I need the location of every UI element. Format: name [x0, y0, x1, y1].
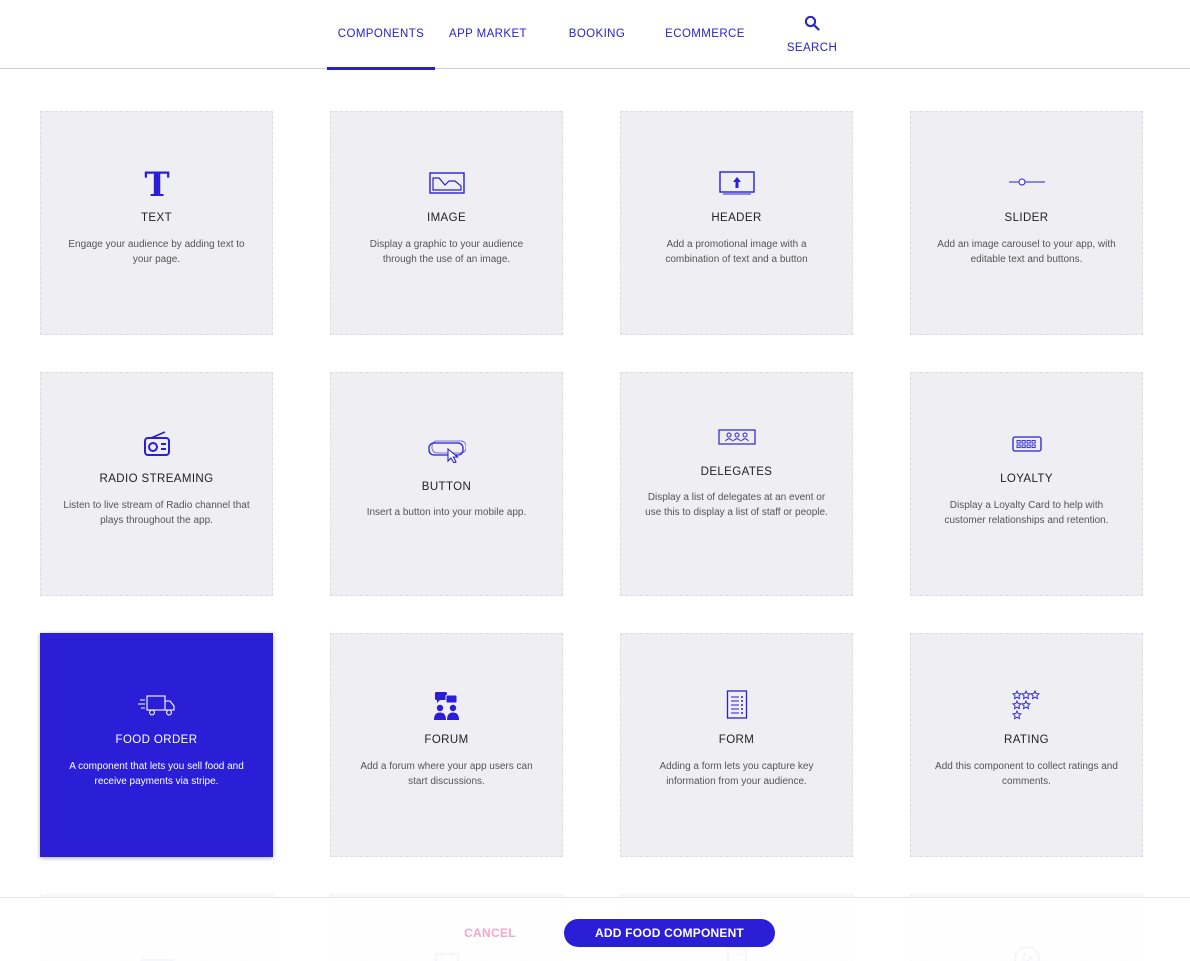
card-title: FORUM	[424, 734, 469, 746]
add-food-component-button[interactable]: ADD FOOD COMPONENT	[564, 919, 775, 947]
card-title: FORM	[718, 734, 755, 746]
text-icon: T	[41, 167, 272, 199]
header-icon	[621, 171, 852, 195]
tab-label: BOOKING	[568, 28, 626, 40]
card-title: RATING	[1004, 734, 1049, 746]
component-card-rating[interactable]: RATING Add this component to collect rat…	[910, 633, 1143, 857]
component-card-radio-streaming[interactable]: RADIO STREAMING Listen to live stream of…	[40, 372, 273, 596]
radio-icon	[41, 430, 272, 458]
loyalty-card-icon	[911, 436, 1142, 452]
card-description: Add a promotional image with a combinati…	[665, 239, 808, 265]
tab-app-market[interactable]: APP MARKET	[442, 0, 534, 69]
card-title: FOOD ORDER	[115, 734, 198, 746]
card-description: Engage your audience by adding text to y…	[68, 239, 245, 265]
card-description: A component that lets you sell food and …	[69, 761, 244, 787]
card-title: DELEGATES	[700, 466, 773, 478]
component-card-text[interactable]: T TEXT Engage your audience by adding te…	[40, 111, 273, 335]
rating-stars-icon	[911, 690, 1142, 720]
image-icon	[331, 172, 562, 194]
card-title: LOYALTY	[1000, 473, 1053, 485]
component-card-delegates[interactable]: DELEGATES Display a list of delegates at…	[620, 372, 853, 596]
card-title: BUTTON	[421, 481, 472, 493]
tab-label: APP MARKET	[449, 28, 527, 40]
cancel-button[interactable]: CANCEL	[440, 919, 540, 947]
tab-search[interactable]: SEARCH	[777, 0, 847, 69]
component-card-food-order[interactable]: FOOD ORDER A component that lets you sel…	[40, 633, 273, 857]
tab-label: SEARCH	[786, 42, 838, 54]
tab-label: ECOMMERCE	[665, 28, 745, 40]
tab-booking[interactable]: BOOKING	[552, 0, 642, 69]
component-card-forum[interactable]: FORUM Add a forum where your app users c…	[330, 633, 563, 857]
slider-icon	[911, 177, 1142, 187]
card-description: Add this component to collect ratings an…	[935, 761, 1118, 787]
component-card-form[interactable]: FORM Adding a form lets you capture key …	[620, 633, 853, 857]
card-title: HEADER	[711, 212, 762, 224]
component-card-header[interactable]: HEADER Add a promotional image with a co…	[620, 111, 853, 335]
component-card-image[interactable]: IMAGE Display a graphic to your audience…	[330, 111, 563, 335]
card-title: SLIDER	[1004, 212, 1049, 224]
card-description: Display a graphic to your audience throu…	[369, 239, 524, 265]
tab-components[interactable]: COMPONENTS	[327, 0, 435, 70]
button-icon	[331, 439, 562, 463]
delegates-icon	[621, 429, 852, 445]
card-description: Add an image carousel to your app, with …	[937, 239, 1116, 265]
top-navigation: COMPONENTS APP MARKET BOOKING ECOMMERCE …	[0, 0, 1190, 70]
card-title: RADIO STREAMING	[99, 473, 214, 485]
card-title: IMAGE	[426, 212, 467, 224]
forum-icon	[331, 691, 562, 721]
card-title: TEXT	[141, 212, 172, 224]
card-description: Add a forum where your app users can sta…	[360, 761, 533, 787]
card-description: Display a Loyalty Card to help with cust…	[944, 500, 1109, 526]
card-description: Adding a form lets you capture key infor…	[659, 761, 814, 787]
svg-text:T: T	[144, 167, 169, 199]
component-card-loyalty[interactable]: LOYALTY Display a Loyalty Card to help w…	[910, 372, 1143, 596]
form-icon	[621, 690, 852, 720]
delivery-truck-icon	[41, 694, 272, 718]
tab-label: COMPONENTS	[337, 28, 425, 40]
card-description: Display a list of delegates at an event …	[645, 492, 828, 518]
component-card-slider[interactable]: SLIDER Add an image carousel to your app…	[910, 111, 1143, 335]
card-description: Insert a button into your mobile app.	[366, 507, 527, 518]
card-description: Listen to live stream of Radio channel t…	[63, 500, 250, 526]
tab-ecommerce[interactable]: ECOMMERCE	[655, 0, 755, 69]
search-icon	[804, 15, 820, 31]
component-card-button[interactable]: BUTTON Insert a button into your mobile …	[330, 372, 563, 596]
